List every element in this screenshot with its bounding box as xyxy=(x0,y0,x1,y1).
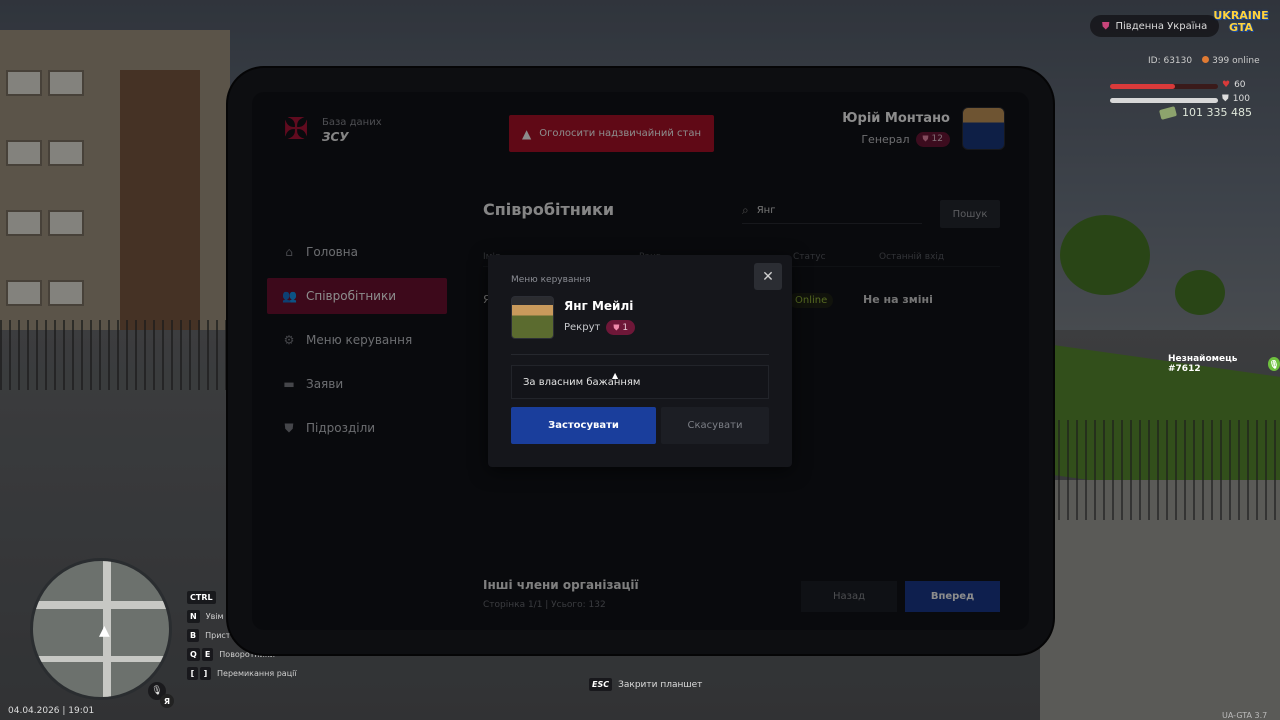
nearby-player-name: Незнайомець #7612 xyxy=(1168,354,1238,374)
game-version: UA-GTA 3.7 xyxy=(1222,711,1268,720)
armor-bar-fill xyxy=(1110,98,1218,103)
employee-rank: Рекрут ⛊ 1 xyxy=(564,320,636,335)
shield-icon: ⛊ xyxy=(613,322,620,332)
close-button[interactable]: ✕ xyxy=(754,263,782,290)
online-dot-icon xyxy=(1202,56,1210,63)
shield-icon: ⛊ xyxy=(1102,20,1110,32)
control-menu-modal: Меню керування ✕ Янг Мейлі Рекрут ⛊1 Зас… xyxy=(488,255,792,467)
microphone-icon: 🎙 xyxy=(1267,357,1280,371)
employee-avatar xyxy=(511,296,554,339)
player-id: ID: 63130 xyxy=(1148,56,1193,66)
region-indicator: ⛊ Південна Україна xyxy=(1090,15,1220,37)
game-logo: UKRAINE GTA xyxy=(1213,9,1269,34)
nearby-player: Незнайомець #7612 🎙 xyxy=(1168,354,1280,374)
employee-name: Янг Мейлі xyxy=(564,299,634,313)
close-tablet-label: Закрити планшет xyxy=(618,679,703,690)
divider xyxy=(511,354,769,355)
cancel-button[interactable]: Скасувати xyxy=(661,407,769,444)
online-count: 399 online xyxy=(1202,56,1260,66)
minimap: ▲ xyxy=(30,558,172,700)
rank-badge: ⛊ 1 xyxy=(606,320,636,335)
money-amount: 101 335 485 xyxy=(1182,106,1252,119)
armor-icon: ⛊ xyxy=(1222,94,1229,104)
hotkey-row: [] Перемикання рації xyxy=(187,664,297,683)
heart-icon: ♥ xyxy=(1222,80,1231,90)
reason-input[interactable] xyxy=(511,365,769,399)
health-bar-track xyxy=(1110,84,1218,89)
armor-bar-track xyxy=(1110,98,1218,103)
close-tablet-hint: ESC Закрити планшет xyxy=(589,678,702,691)
money: 101 335 485 xyxy=(1158,105,1252,120)
health-bar-fill xyxy=(1110,84,1175,89)
player-arrow-icon: ▲ xyxy=(99,623,110,639)
health-label: ♥ 60 xyxy=(1222,80,1246,90)
date-time: 04.04.2026 | 19:01 xyxy=(8,706,95,716)
employee-rank-label: Рекрут xyxy=(564,322,601,333)
money-icon xyxy=(1158,105,1178,120)
close-icon: ✕ xyxy=(762,268,774,285)
armor-label: ⛊ 100 xyxy=(1222,94,1250,104)
mouse-cursor-icon: ▲ xyxy=(612,371,619,380)
esc-key: ESC xyxy=(589,678,613,691)
modal-label: Меню керування xyxy=(511,275,591,285)
region-name: Південна Україна xyxy=(1115,20,1208,32)
ya-badge: Я xyxy=(160,694,174,708)
player-info: ID: 63130 399 online xyxy=(1148,56,1260,66)
apply-button[interactable]: Застосувати xyxy=(511,407,656,444)
